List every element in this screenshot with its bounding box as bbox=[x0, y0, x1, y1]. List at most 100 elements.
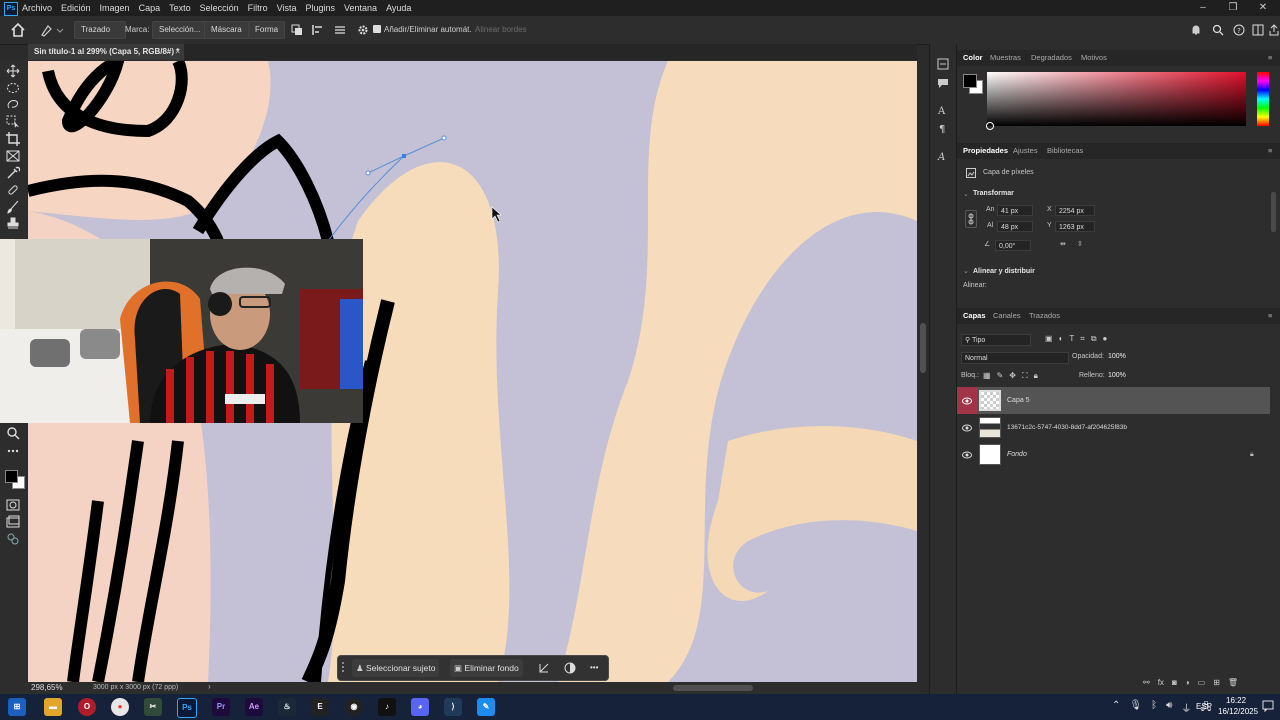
height-field[interactable]: 48 px bbox=[997, 221, 1033, 232]
tab-swatches[interactable]: Muestras bbox=[990, 50, 1021, 66]
chevron-down-icon[interactable]: ⌄ bbox=[963, 190, 969, 198]
brush-tool-icon[interactable] bbox=[6, 200, 20, 214]
marquee-tool-icon[interactable] bbox=[6, 81, 20, 95]
blend-mode-select[interactable]: Normal bbox=[961, 352, 1069, 364]
help-icon[interactable]: ? bbox=[1233, 24, 1245, 36]
new-group-icon[interactable]: ▭ bbox=[1198, 678, 1206, 690]
start-icon[interactable]: ⊞ bbox=[8, 698, 26, 716]
layer-filter-select[interactable]: ⚲ Tipo bbox=[961, 334, 1031, 346]
layer-row-image[interactable]: 13671c2c-5747-4030-8dd7-af204625f83b bbox=[957, 414, 1270, 441]
move-tool-icon[interactable] bbox=[6, 64, 20, 78]
visibility-eye-icon[interactable] bbox=[957, 387, 977, 414]
selection-button[interactable]: Selección... bbox=[152, 21, 208, 39]
eyedropper-icon[interactable] bbox=[6, 166, 21, 180]
tiktok-icon[interactable]: ♪ bbox=[378, 698, 396, 716]
add-mask-icon[interactable]: ◙ bbox=[1172, 678, 1177, 690]
clock-date[interactable]: 16/12/2025 bbox=[1218, 707, 1258, 716]
tab-libraries[interactable]: Bibliotecas bbox=[1047, 143, 1083, 159]
color-panel-swatches[interactable] bbox=[963, 74, 983, 94]
filter-toggle-icon[interactable]: ● bbox=[1103, 334, 1108, 346]
fill-value[interactable]: 100% bbox=[1108, 372, 1126, 379]
color-picker-field[interactable] bbox=[987, 72, 1246, 126]
fx-icon[interactable]: fx bbox=[1158, 678, 1164, 690]
shape-filter-icon[interactable]: ⌗ bbox=[1080, 334, 1085, 346]
document-tab[interactable]: Sin título-1 al 299% (Capa 5, RGB/8#) * … bbox=[28, 44, 184, 60]
shape-button[interactable]: Forma bbox=[248, 21, 286, 39]
color-swatches[interactable] bbox=[3, 459, 25, 493]
restore-button[interactable]: ❐ bbox=[1218, 0, 1248, 16]
tab-color[interactable]: Color bbox=[963, 50, 983, 66]
edit-toolbar-icon[interactable] bbox=[6, 532, 20, 546]
photoshop-taskbar-icon[interactable]: Ps bbox=[177, 698, 197, 718]
bluetooth-icon[interactable]: ᛒ bbox=[1151, 700, 1157, 717]
gear-icon[interactable] bbox=[357, 24, 369, 36]
fg-swatch[interactable] bbox=[963, 74, 977, 88]
glyphs-icon[interactable]: A bbox=[937, 150, 949, 163]
horizontal-scroll-thumb[interactable] bbox=[673, 685, 753, 691]
menu-texto[interactable]: Texto bbox=[169, 3, 191, 13]
comments-icon[interactable] bbox=[937, 77, 949, 89]
menu-capa[interactable]: Capa bbox=[139, 3, 161, 13]
new-adjustment-icon[interactable]: ◑ bbox=[1185, 678, 1190, 690]
flip-horizontal-icon[interactable]: ⇹ bbox=[1060, 240, 1066, 248]
lock-pixels-icon[interactable]: ✎ bbox=[997, 371, 1004, 381]
auto-add-checkbox[interactable] bbox=[373, 25, 381, 33]
path-arrangement-icon[interactable] bbox=[333, 24, 347, 36]
notification-bell-icon[interactable] bbox=[1190, 24, 1202, 36]
workspace-icon[interactable] bbox=[1252, 24, 1264, 36]
align-distribute-title[interactable]: Alinear y distribuir bbox=[973, 268, 1035, 275]
minimize-button[interactable]: – bbox=[1188, 0, 1218, 16]
panel-menu-icon[interactable]: ≡ bbox=[1268, 50, 1272, 66]
remove-background-button[interactable]: ▣ Eliminar fondo bbox=[450, 659, 523, 677]
mask-button[interactable]: Máscara bbox=[204, 21, 249, 39]
menu-plugins[interactable]: Plugins bbox=[306, 3, 336, 13]
chrome-icon[interactable]: ● bbox=[111, 698, 129, 716]
flip-vertical-icon[interactable]: ⇳ bbox=[1077, 240, 1083, 248]
vertical-scrollbar[interactable] bbox=[918, 61, 928, 682]
language-indicator[interactable]: ESP bbox=[1196, 702, 1212, 711]
healing-brush-icon[interactable] bbox=[6, 183, 20, 197]
file-explorer-icon[interactable]: ▬ bbox=[44, 698, 62, 716]
document-info[interactable]: 3000 px x 3000 px (72 ppp) bbox=[93, 684, 178, 691]
drag-handle-icon[interactable] bbox=[341, 661, 345, 675]
transform-icon[interactable] bbox=[538, 662, 550, 674]
layer-row-fondo[interactable]: Fondo 🔒︎ bbox=[957, 441, 1270, 468]
link-layers-icon[interactable]: ⚯ bbox=[1143, 678, 1150, 690]
layer-name[interactable]: Fondo bbox=[1007, 441, 1027, 468]
share-icon[interactable] bbox=[1269, 24, 1279, 36]
visibility-eye-icon[interactable] bbox=[957, 414, 977, 441]
character-icon[interactable]: A bbox=[937, 104, 949, 117]
link-icon[interactable] bbox=[965, 210, 977, 228]
pen-tool-preset-icon[interactable] bbox=[38, 22, 64, 38]
steam-icon[interactable]: ♨ bbox=[278, 698, 296, 716]
lock-all-icon[interactable]: 🔒︎ bbox=[1034, 371, 1038, 381]
obs-icon[interactable]: ◉ bbox=[345, 698, 363, 716]
paragraph-icon[interactable]: ¶ bbox=[937, 122, 949, 135]
visibility-eye-icon[interactable] bbox=[957, 441, 977, 468]
menu-seleccion[interactable]: Selección bbox=[200, 3, 239, 13]
home-icon[interactable] bbox=[10, 22, 26, 38]
premiere-icon[interactable]: Pr bbox=[212, 698, 230, 716]
after-effects-icon[interactable]: Ae bbox=[245, 698, 263, 716]
y-field[interactable]: 1263 px bbox=[1055, 221, 1095, 232]
panel-menu-icon[interactable]: ≡ bbox=[1268, 143, 1272, 159]
panel-menu-icon[interactable]: ≡ bbox=[1268, 308, 1272, 324]
menu-filtro[interactable]: Filtro bbox=[248, 3, 268, 13]
history-icon[interactable] bbox=[937, 58, 949, 70]
volume-icon[interactable]: 🔊︎ bbox=[1166, 700, 1172, 717]
adjustment-filter-icon[interactable]: ◐ bbox=[1059, 334, 1064, 346]
path-alignment-icon[interactable] bbox=[312, 24, 324, 36]
menu-ayuda[interactable]: Ayuda bbox=[386, 3, 411, 13]
tray-chevron-icon[interactable]: ⌃ bbox=[1112, 700, 1120, 717]
epic-games-icon[interactable]: E bbox=[311, 698, 329, 716]
opacity-value[interactable]: 100% bbox=[1108, 353, 1126, 360]
capcut-icon[interactable]: ✂ bbox=[144, 698, 162, 716]
new-layer-icon[interactable]: ⊞ bbox=[1213, 678, 1220, 690]
layer-name[interactable]: 13671c2c-5747-4030-8dd7-af204625f83b bbox=[1007, 414, 1127, 441]
crop-tool-icon[interactable] bbox=[6, 132, 20, 146]
vertical-scroll-thumb[interactable] bbox=[920, 323, 926, 373]
stamp-tool-icon[interactable] bbox=[6, 217, 20, 231]
app-icon[interactable]: ✎ bbox=[477, 698, 495, 716]
delete-layer-icon[interactable]: 🗑︎ bbox=[1228, 678, 1238, 690]
path-operations-icon[interactable] bbox=[291, 24, 303, 36]
